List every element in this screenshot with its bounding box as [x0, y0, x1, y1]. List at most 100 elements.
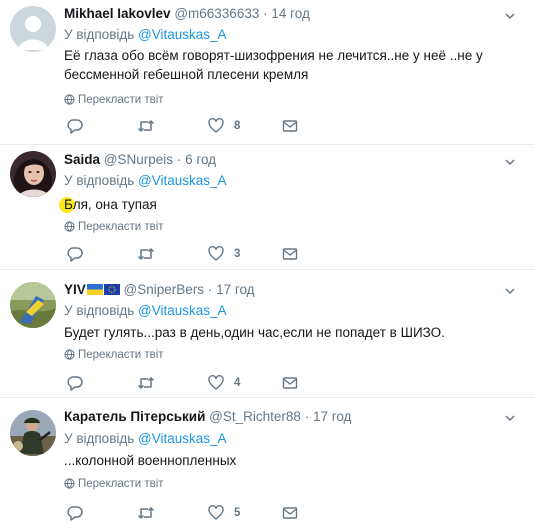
tweet-text: ...колонной военнопленных — [64, 453, 237, 468]
separator-dot: · — [207, 282, 213, 297]
timestamp[interactable]: 6 год — [185, 152, 216, 167]
reply-context: У відповідь @Vitauskas_A — [64, 302, 227, 320]
translate-label: Перекласти твіт — [78, 349, 164, 361]
avatar[interactable] — [10, 410, 56, 456]
ukraine-flag-icon — [86, 284, 103, 295]
reply-icon — [67, 247, 83, 262]
tweet[interactable]: YIV @SniperBers · 17 год У відповідь @Vi… — [0, 270, 534, 398]
avatar[interactable] — [10, 6, 56, 52]
tweet-header: Mikhael Iakovlev @m66336633 · 14 год — [64, 5, 310, 23]
display-name[interactable]: Mikhael Iakovlev — [64, 6, 171, 21]
like-count: 8 — [234, 120, 241, 132]
translate-link[interactable]: Перекласти твіт — [64, 93, 164, 107]
tweet[interactable]: Mikhael Iakovlev @m66336633 · 14 год У в… — [0, 0, 534, 145]
separator-dot: · — [263, 6, 268, 21]
reply-mention-link[interactable]: @Vitauskas_A — [138, 431, 227, 446]
tweet-text: Будет гулять...раз в день,один час,если … — [64, 325, 445, 340]
username[interactable]: @m66336633 — [174, 6, 259, 21]
reply-mention-link[interactable]: @Vitauskas_A — [138, 173, 227, 188]
reply-prefix: У відповідь — [64, 303, 135, 318]
chevron-down-icon[interactable] — [504, 155, 516, 167]
reply-prefix: У відповідь — [64, 27, 135, 42]
reply-prefix: У відповідь — [64, 431, 135, 446]
reply-icon — [67, 376, 83, 391]
tweet-text: Её глаза обо всём говорят-шизофрения не … — [64, 48, 483, 82]
reply-context: У відповідь @Vitauskas_A — [64, 430, 227, 448]
retweet-button[interactable] — [137, 117, 155, 135]
action-bar: 5 — [64, 504, 324, 522]
like-button[interactable]: 5 — [208, 504, 240, 522]
action-bar: 3 — [64, 245, 324, 263]
reply-icon — [67, 119, 83, 134]
globe-icon — [64, 478, 75, 489]
retweet-button[interactable] — [137, 245, 155, 263]
display-name[interactable]: Каратель Пітерський — [64, 409, 205, 424]
dm-button[interactable] — [282, 374, 298, 392]
tweet-header: Каратель Пітерський @St_Richter88 · 17 г… — [64, 408, 351, 426]
translate-label: Перекласти твіт — [78, 94, 164, 106]
retweet-icon — [137, 377, 155, 389]
retweet-button[interactable] — [137, 374, 155, 392]
chevron-down-icon[interactable] — [504, 9, 516, 21]
retweet-icon — [137, 507, 155, 519]
timestamp[interactable]: 17 год — [216, 282, 254, 297]
separator-dot: · — [304, 409, 310, 424]
reply-feed: Mikhael Iakovlev @m66336633 · 14 год У в… — [0, 0, 534, 522]
heart-icon — [208, 118, 224, 133]
reply-context: У відповідь @Vitauskas_A — [64, 26, 227, 44]
chevron-down-icon[interactable] — [504, 284, 516, 296]
username[interactable]: @SNurpeis — [104, 152, 173, 167]
tweet-header: Saida @SNurpeis · 6 год — [64, 151, 216, 169]
like-count: 4 — [234, 377, 241, 389]
eu-flag-icon — [103, 284, 120, 295]
avatar[interactable] — [10, 282, 56, 328]
globe-icon — [64, 221, 75, 232]
reply-mention-link[interactable]: @Vitauskas_A — [138, 303, 227, 318]
tweet-text: Бля, она тупая — [64, 197, 157, 212]
like-count: 5 — [234, 507, 241, 519]
display-name[interactable]: YIV — [64, 282, 86, 297]
reply-mention-link[interactable]: @Vitauskas_A — [138, 27, 227, 42]
translate-link[interactable]: Перекласти твіт — [64, 477, 164, 491]
reply-button[interactable] — [67, 504, 83, 522]
envelope-icon — [282, 507, 298, 519]
like-count: 3 — [234, 248, 241, 260]
envelope-icon — [282, 120, 298, 132]
like-button[interactable]: 8 — [208, 117, 240, 135]
tweet[interactable]: Saida @SNurpeis · 6 год У відповідь @Vit… — [0, 145, 534, 270]
tweet[interactable]: Каратель Пітерський @St_Richter88 · 17 г… — [0, 398, 534, 522]
reply-context: У відповідь @Vitauskas_A — [64, 172, 227, 190]
action-bar: 8 — [64, 117, 324, 135]
translate-label: Перекласти твіт — [78, 478, 164, 490]
reply-button[interactable] — [67, 245, 83, 263]
dm-button[interactable] — [282, 245, 298, 263]
avatar[interactable] — [10, 151, 56, 197]
username[interactable]: @SniperBers — [124, 282, 205, 297]
username[interactable]: @St_Richter88 — [209, 409, 301, 424]
tweet-header: YIV @SniperBers · 17 год — [64, 281, 255, 299]
globe-icon — [64, 349, 75, 360]
timestamp[interactable]: 14 год — [271, 6, 309, 21]
translate-link[interactable]: Перекласти твіт — [64, 220, 164, 234]
envelope-icon — [282, 377, 298, 389]
retweet-button[interactable] — [137, 504, 155, 522]
heart-icon — [208, 375, 224, 390]
dm-button[interactable] — [282, 117, 298, 135]
reply-button[interactable] — [67, 117, 83, 135]
dm-button[interactable] — [282, 504, 298, 522]
translate-label: Перекласти твіт — [78, 221, 164, 233]
reply-icon — [67, 506, 83, 521]
heart-icon — [208, 505, 224, 520]
action-bar: 4 — [64, 374, 324, 392]
retweet-icon — [137, 248, 155, 260]
chevron-down-icon[interactable] — [504, 411, 516, 423]
like-button[interactable]: 3 — [208, 245, 240, 263]
timestamp[interactable]: 17 год — [313, 409, 351, 424]
display-name[interactable]: Saida — [64, 152, 100, 167]
translate-link[interactable]: Перекласти твіт — [64, 348, 164, 362]
reply-prefix: У відповідь — [64, 173, 135, 188]
separator-dot: · — [176, 152, 182, 167]
reply-button[interactable] — [67, 374, 83, 392]
globe-icon — [64, 94, 75, 105]
like-button[interactable]: 4 — [208, 374, 240, 392]
